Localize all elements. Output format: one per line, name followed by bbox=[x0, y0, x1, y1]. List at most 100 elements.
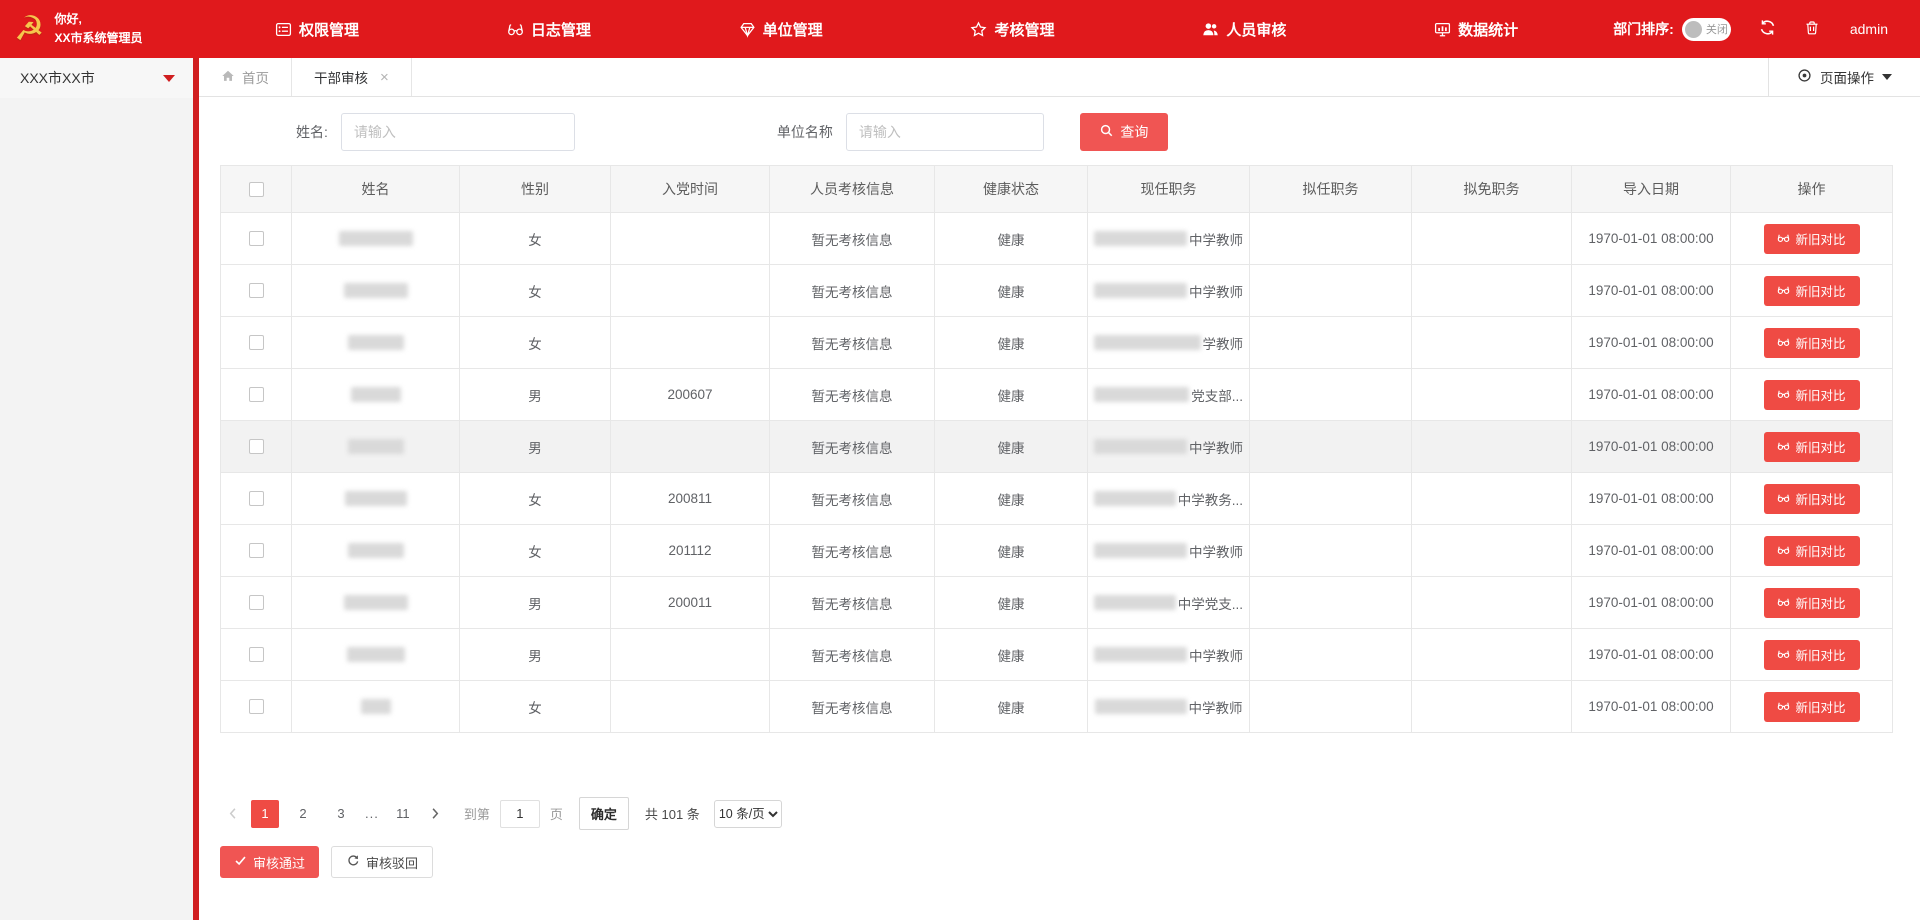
log-icon bbox=[507, 21, 524, 38]
name-input[interactable] bbox=[341, 113, 575, 151]
page-operations[interactable]: 页面操作 bbox=[1768, 58, 1920, 96]
table-row: 女 200811 暂无考核信息 健康 中学教务... 1970-01-01 08… bbox=[221, 473, 1893, 525]
duty-suffix: 中学教务... bbox=[1178, 489, 1243, 509]
dept-sort-toggle[interactable]: 关闭 bbox=[1682, 18, 1731, 41]
compare-button[interactable]: 新旧对比 bbox=[1764, 432, 1860, 462]
per-page-select[interactable]: 10 条/页 bbox=[714, 800, 782, 828]
row-checkbox[interactable] bbox=[249, 491, 264, 506]
greeting-line1: 你好, bbox=[54, 10, 142, 29]
nav-item-unit[interactable]: 单位管理 bbox=[739, 19, 823, 40]
compare-button[interactable]: 新旧对比 bbox=[1764, 484, 1860, 514]
cell-health: 健康 bbox=[935, 369, 1088, 421]
unit-input[interactable] bbox=[846, 113, 1044, 151]
username[interactable]: admin bbox=[1850, 21, 1888, 37]
close-icon[interactable]: × bbox=[380, 69, 389, 86]
col-gender: 性别 bbox=[460, 166, 611, 213]
duty-redacted bbox=[1094, 647, 1187, 662]
cell-join-time: 200607 bbox=[611, 369, 770, 421]
action-label: 新旧对比 bbox=[1795, 697, 1845, 716]
compare-icon bbox=[1777, 335, 1790, 351]
compare-button[interactable]: 新旧对比 bbox=[1764, 328, 1860, 358]
org-name: XXX市XX市 bbox=[20, 68, 95, 88]
cell-import-date: 1970-01-01 08:00:00 bbox=[1572, 265, 1731, 317]
duty-redacted bbox=[1094, 439, 1187, 454]
page-operations-label: 页面操作 bbox=[1820, 67, 1874, 87]
trash-icon bbox=[1804, 20, 1820, 39]
compare-button[interactable]: 新旧对比 bbox=[1764, 588, 1860, 618]
sidebar: XXX市XX市 bbox=[0, 58, 193, 920]
cell-health: 健康 bbox=[935, 681, 1088, 733]
duty-suffix: 中学党支... bbox=[1178, 593, 1243, 613]
approve-button[interactable]: 审核通过 bbox=[220, 846, 319, 878]
cell-removed-duty bbox=[1412, 369, 1572, 421]
page-number-2[interactable]: 2 bbox=[289, 800, 317, 828]
cell-assessment: 暂无考核信息 bbox=[770, 629, 935, 681]
compare-button[interactable]: 新旧对比 bbox=[1764, 224, 1860, 254]
compare-button[interactable]: 新旧对比 bbox=[1764, 692, 1860, 722]
cell-import-date: 1970-01-01 08:00:00 bbox=[1572, 473, 1731, 525]
total-count: 共 101 条 bbox=[645, 804, 700, 823]
goto-page-input[interactable] bbox=[500, 800, 540, 828]
duty-redacted bbox=[1094, 283, 1187, 298]
name-redacted bbox=[344, 283, 408, 298]
delete-button[interactable] bbox=[1804, 20, 1820, 39]
reject-button[interactable]: 审核驳回 bbox=[331, 846, 433, 878]
row-checkbox[interactable] bbox=[249, 439, 264, 454]
compare-button[interactable]: 新旧对比 bbox=[1764, 276, 1860, 306]
compare-button[interactable]: 新旧对比 bbox=[1764, 380, 1860, 410]
duty-suffix: 中学教师 bbox=[1189, 281, 1243, 301]
cell-health: 健康 bbox=[935, 317, 1088, 369]
cell-health: 健康 bbox=[935, 265, 1088, 317]
compare-icon bbox=[1777, 699, 1790, 715]
greeting-line2: XX市系统管理员 bbox=[54, 29, 142, 48]
row-checkbox[interactable] bbox=[249, 387, 264, 402]
page-number-11[interactable]: 11 bbox=[389, 800, 417, 828]
page-number-1[interactable]: 1 bbox=[251, 800, 279, 828]
toggle-knob bbox=[1685, 21, 1702, 38]
party-emblem-logo: ☭ bbox=[14, 12, 44, 46]
col-actions: 操作 bbox=[1731, 166, 1893, 213]
cell-proposed-duty bbox=[1250, 213, 1412, 265]
page-number-3[interactable]: 3 bbox=[327, 800, 355, 828]
org-selector[interactable]: XXX市XX市 bbox=[0, 58, 193, 98]
row-checkbox[interactable] bbox=[249, 283, 264, 298]
confirm-page-button[interactable]: 确定 bbox=[579, 797, 629, 830]
cell-removed-duty bbox=[1412, 681, 1572, 733]
cell-proposed-duty bbox=[1250, 629, 1412, 681]
row-checkbox[interactable] bbox=[249, 647, 264, 662]
nav-item-assessment[interactable]: 考核管理 bbox=[970, 19, 1054, 40]
prev-page-button[interactable] bbox=[220, 800, 246, 828]
cell-removed-duty bbox=[1412, 317, 1572, 369]
compare-button[interactable]: 新旧对比 bbox=[1764, 536, 1860, 566]
cell-gender: 女 bbox=[460, 525, 611, 577]
row-checkbox[interactable] bbox=[249, 335, 264, 350]
tab-cadre-review[interactable]: 干部审核 × bbox=[292, 58, 412, 96]
tab-home[interactable]: 首页 bbox=[199, 58, 292, 96]
nav-label: 日志管理 bbox=[531, 19, 591, 40]
cell-health: 健康 bbox=[935, 421, 1088, 473]
action-label: 新旧对比 bbox=[1795, 645, 1845, 664]
body-area: 姓名: 单位名称 查询 姓名 性别 bbox=[199, 97, 1920, 920]
row-checkbox[interactable] bbox=[249, 231, 264, 246]
cell-import-date: 1970-01-01 08:00:00 bbox=[1572, 369, 1731, 421]
greeting: 你好, XX市系统管理员 bbox=[54, 10, 142, 48]
refresh-button[interactable] bbox=[1759, 19, 1776, 39]
cell-gender: 女 bbox=[460, 265, 611, 317]
next-page-button[interactable] bbox=[422, 800, 448, 828]
row-checkbox[interactable] bbox=[249, 543, 264, 558]
dept-sort-label: 部门排序: bbox=[1613, 19, 1674, 39]
nav-item-log[interactable]: 日志管理 bbox=[507, 19, 591, 40]
row-checkbox[interactable] bbox=[249, 595, 264, 610]
nav-item-personnel[interactable]: 人员审核 bbox=[1202, 19, 1286, 40]
home-icon bbox=[221, 69, 235, 86]
query-button[interactable]: 查询 bbox=[1080, 113, 1168, 151]
nav-item-permission[interactable]: 权限管理 bbox=[275, 19, 359, 40]
cadre-table: 姓名 性别 入党时间 人员考核信息 健康状态 现任职务 拟任职务 拟免职务 导入… bbox=[220, 165, 1893, 733]
cell-gender: 男 bbox=[460, 421, 611, 473]
row-checkbox[interactable] bbox=[249, 699, 264, 714]
compare-button[interactable]: 新旧对比 bbox=[1764, 640, 1860, 670]
cell-current-duty: 党支部... bbox=[1088, 369, 1250, 421]
nav-item-statistics[interactable]: 数据统计 bbox=[1434, 19, 1518, 40]
name-redacted bbox=[347, 647, 405, 662]
select-all-checkbox[interactable] bbox=[249, 182, 264, 197]
